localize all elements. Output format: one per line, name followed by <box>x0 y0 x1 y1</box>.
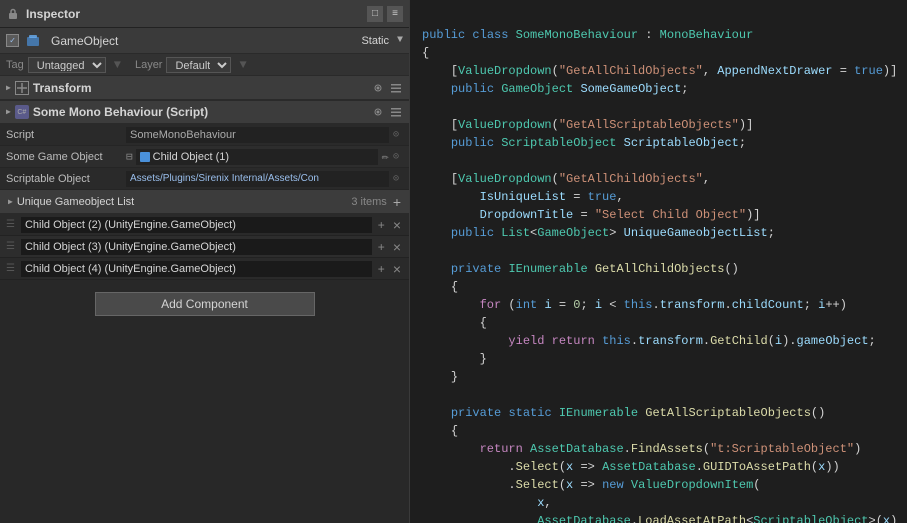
gameobject-icon <box>25 33 41 49</box>
static-label: Static <box>361 35 389 47</box>
transform-icon <box>15 81 29 95</box>
code-panel: public class SomeMonoBehaviour : MonoBeh… <box>410 0 907 523</box>
some-gameobject-reset-btn[interactable]: ⊙ <box>389 150 403 164</box>
script-component-title: Some Mono Behaviour (Script) <box>33 105 371 119</box>
gameobject-active-checkbox[interactable] <box>6 34 19 47</box>
list-item-3-add-btn[interactable]: + <box>376 262 387 276</box>
minus-sign: ⊟ <box>126 150 133 164</box>
script-field-label: Script <box>6 129 126 141</box>
scriptable-object-value-text: Assets/Plugins/Sirenix Internal/Assets/C… <box>130 173 319 184</box>
list-item: ☰ Child Object (2) (UnityEngine.GameObje… <box>0 214 409 236</box>
scriptable-object-label: Scriptable Object <box>6 173 126 185</box>
scriptable-object-field-row: Scriptable Object Assets/Plugins/Sirenix… <box>0 168 409 190</box>
list-item-2-add-btn[interactable]: + <box>376 240 387 254</box>
inspector-panel: Inspector □ ≡ GameObject Static ▼ Tag Un… <box>0 0 410 523</box>
tag-dropdown[interactable]: Untagged <box>28 57 106 73</box>
list-item-3-text: Child Object (4) (UnityEngine.GameObject… <box>25 263 236 275</box>
tag-label: Tag <box>6 59 24 71</box>
list-item-2-value[interactable]: Child Object (3) (UnityEngine.GameObject… <box>21 239 372 255</box>
gameobject-name: GameObject <box>51 34 355 48</box>
script-component-header[interactable]: ▶ C# Some Mono Behaviour (Script) <box>0 100 409 124</box>
add-component-area: Add Component <box>0 284 409 324</box>
drag-handle-1[interactable]: ☰ <box>6 219 15 231</box>
transform-collapse-triangle: ▶ <box>6 83 11 93</box>
layer-label: Layer <box>135 59 163 71</box>
list-collapse-triangle[interactable]: ▶ <box>8 197 13 207</box>
list-item-2-text: Child Object (3) (UnityEngine.GameObject… <box>25 241 236 253</box>
some-gameobject-edit-btn[interactable]: ✏ <box>382 149 389 164</box>
some-gameobject-value[interactable]: Child Object (1) <box>136 149 378 165</box>
some-gameobject-label: Some Game Object <box>6 151 126 163</box>
layer-dropdown[interactable]: Default <box>166 57 231 73</box>
list-section-header: ▶ Unique Gameobject List 3 items + <box>0 190 409 214</box>
list-item-3-remove-btn[interactable]: × <box>391 261 403 277</box>
static-dropdown-arrow[interactable]: ▼ <box>397 35 403 46</box>
list-title: Unique Gameobject List <box>17 196 352 208</box>
script-collapse-triangle: ▶ <box>6 107 11 117</box>
cs-script-icon: C# <box>15 105 29 119</box>
script-value-text: SomeMonoBehaviour <box>130 129 236 141</box>
list-item: ☰ Child Object (3) (UnityEngine.GameObje… <box>0 236 409 258</box>
code-content: public class SomeMonoBehaviour : MonoBeh… <box>422 8 895 523</box>
gameobject-row: GameObject Static ▼ <box>0 28 409 54</box>
layer-arrow: ▼ <box>239 58 246 72</box>
script-field-value[interactable]: SomeMonoBehaviour <box>126 127 389 143</box>
script-reset-btn[interactable]: ⊙ <box>389 128 403 142</box>
menu-button[interactable]: ≡ <box>387 6 403 22</box>
some-gameobject-field-row: Some Game Object ⊟ Child Object (1) ✏ ⊙ <box>0 146 409 168</box>
lock-icon[interactable] <box>6 7 20 21</box>
child-object-icon <box>140 152 150 162</box>
list-item-1-text: Child Object (2) (UnityEngine.GameObject… <box>25 219 236 231</box>
drag-handle-3[interactable]: ☰ <box>6 263 15 275</box>
list-item-2-remove-btn[interactable]: × <box>391 239 403 255</box>
scriptable-object-value[interactable]: Assets/Plugins/Sirenix Internal/Assets/C… <box>126 171 389 187</box>
inspector-title: Inspector <box>26 7 80 21</box>
list-add-button[interactable]: + <box>393 194 401 210</box>
list-item-1-value[interactable]: Child Object (2) (UnityEngine.GameObject… <box>21 217 372 233</box>
maximize-button[interactable]: □ <box>367 6 383 22</box>
some-gameobject-value-text: Child Object (1) <box>153 151 229 163</box>
drag-handle-2[interactable]: ☰ <box>6 241 15 253</box>
add-component-button[interactable]: Add Component <box>95 292 315 316</box>
transform-context-icon[interactable] <box>389 81 403 95</box>
tag-layer-row: Tag Untagged ▼ Layer Default ▼ <box>0 54 409 76</box>
list-item-3-value[interactable]: Child Object (4) (UnityEngine.GameObject… <box>21 261 372 277</box>
list-count: 3 items <box>351 196 386 208</box>
scriptable-object-reset-btn[interactable]: ⊙ <box>389 172 403 186</box>
script-field-row: Script SomeMonoBehaviour ⊙ <box>0 124 409 146</box>
script-gear-icon[interactable] <box>371 105 385 119</box>
list-item-1-add-btn[interactable]: + <box>376 218 387 232</box>
inspector-header: Inspector □ ≡ <box>0 0 409 28</box>
transform-gear-icon[interactable] <box>371 81 385 95</box>
transform-header[interactable]: ▶ Transform <box>0 76 409 100</box>
header-buttons: □ ≡ <box>367 6 403 22</box>
inspector-title-area: Inspector <box>6 7 80 21</box>
list-item-1-remove-btn[interactable]: × <box>391 217 403 233</box>
transform-title: Transform <box>33 81 371 95</box>
list-item: ☰ Child Object (4) (UnityEngine.GameObje… <box>0 258 409 280</box>
script-context-icon[interactable] <box>389 105 403 119</box>
tag-arrow: ▼ <box>114 58 121 72</box>
